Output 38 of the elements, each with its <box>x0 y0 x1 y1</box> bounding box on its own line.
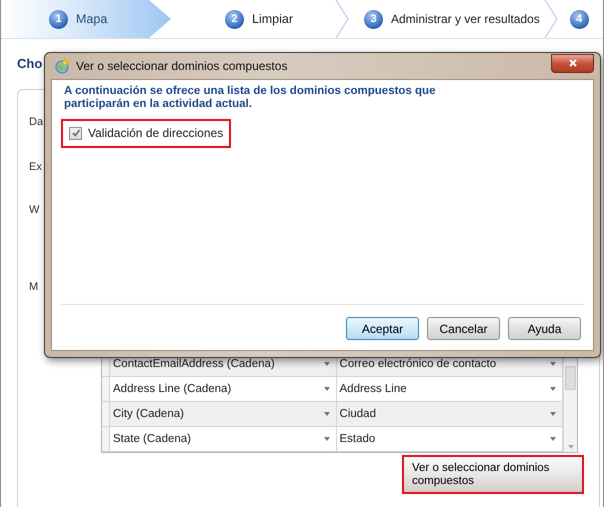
dialog-button[interactable]: Aceptar <box>346 317 419 340</box>
dropdown-cell[interactable]: Address Line (Cadena) <box>110 377 337 401</box>
wizard-step[interactable]: 2 Limpiar <box>185 0 335 38</box>
field-label: Da <box>29 116 44 130</box>
checkbox-label: Validación de direcciones <box>88 126 224 140</box>
close-button[interactable] <box>551 54 594 72</box>
checkbox[interactable] <box>69 126 82 140</box>
scroll-thumb[interactable] <box>565 366 576 390</box>
dropdown-cell[interactable]: Address Line <box>336 377 564 401</box>
caret-icon <box>550 412 556 416</box>
field-label: W <box>29 204 40 218</box>
step-number: 4 <box>570 10 589 28</box>
dialog-button[interactable]: Cancelar <box>427 317 500 340</box>
step-number: 3 <box>364 10 383 28</box>
caret-icon <box>550 387 556 391</box>
dropdown-cell[interactable]: City (Cadena) <box>110 402 337 426</box>
caret-icon <box>324 412 330 416</box>
caret-icon <box>550 362 556 366</box>
step-number: 2 <box>225 10 244 28</box>
dropdown-cell[interactable]: Ciudad <box>336 402 564 426</box>
chevron-icon <box>335 0 349 38</box>
field-label: Ex <box>29 161 43 175</box>
chevron-icon <box>544 0 558 38</box>
step-number: 1 <box>49 10 68 28</box>
caret-icon <box>550 437 556 441</box>
caret-icon <box>324 362 330 366</box>
dropdown-cell[interactable]: Estado <box>336 427 564 451</box>
caret-icon <box>324 387 330 391</box>
scroll-down-icon[interactable] <box>568 445 574 449</box>
instruction-text: A continuación se ofrece una lista de los dominios compuestos que participarán en la actividad actual. <box>64 85 436 111</box>
field-label: M <box>29 281 40 295</box>
dialog-button[interactable]: Ayuda <box>508 317 581 340</box>
composite-domains-button[interactable]: Ver o seleccionar dominios compuestos <box>404 457 582 492</box>
wizard-step[interactable]: 3 Administrar y ver resultados <box>349 0 544 38</box>
dialog-title: Ver o seleccionar dominios compuestos <box>76 59 288 73</box>
caret-icon <box>324 437 330 441</box>
page-title: Cho <box>17 56 42 73</box>
close-icon <box>568 58 578 68</box>
